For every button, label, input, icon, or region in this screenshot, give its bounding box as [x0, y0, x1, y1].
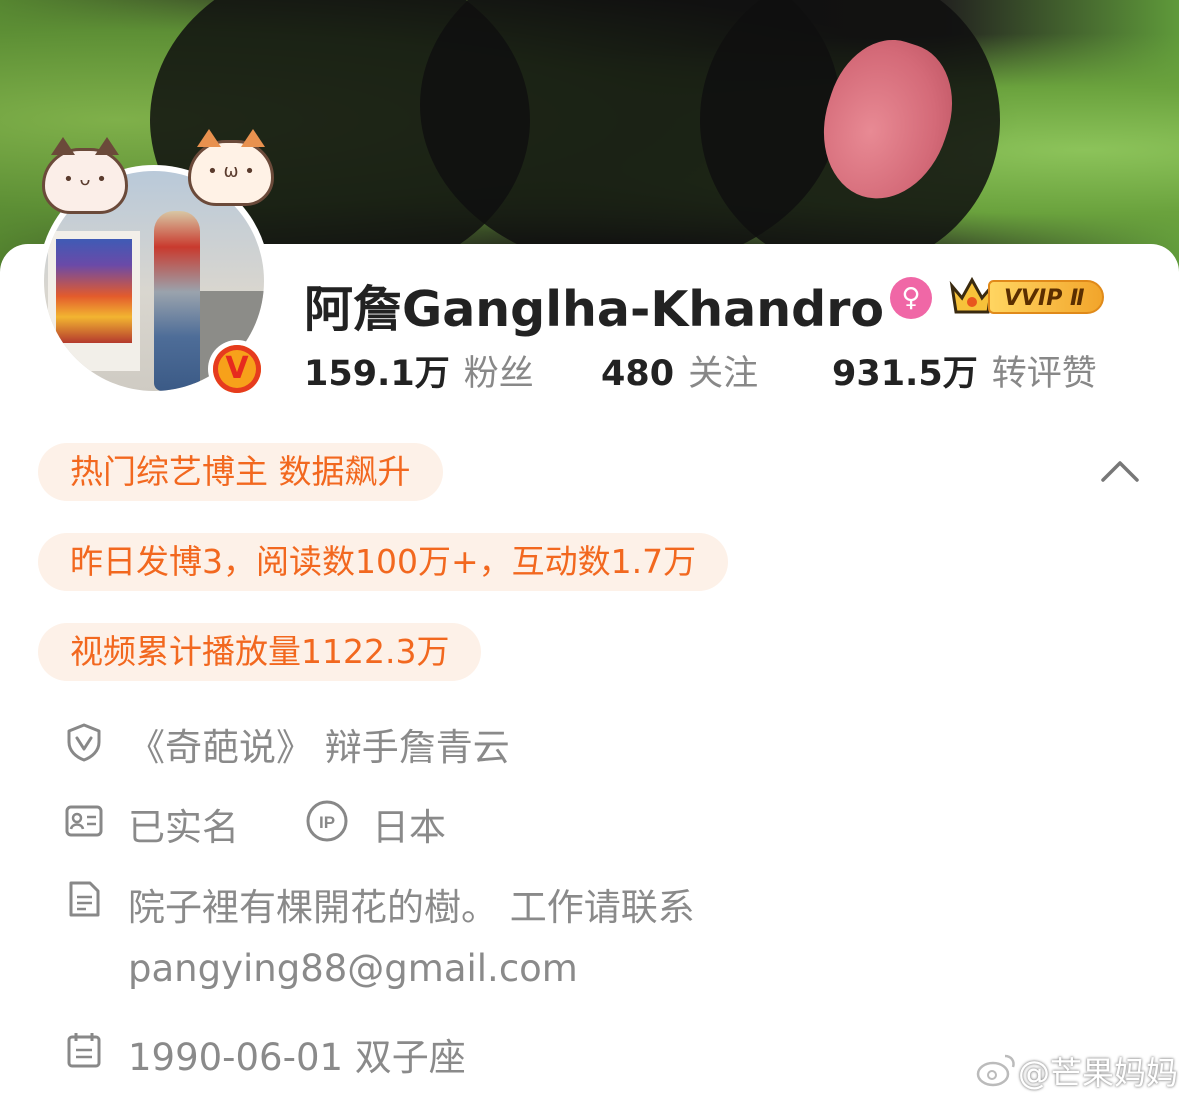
highlight-pill-yesterday[interactable]: 昨日发博3，阅读数100万+，互动数1.7万 — [38, 533, 729, 591]
following-count: 480 — [601, 354, 675, 394]
chevron-up-icon[interactable] — [1100, 458, 1140, 484]
id-card-icon — [65, 805, 103, 837]
fans-count: 159.1万 — [304, 354, 450, 394]
highlight-pill-video[interactable]: 视频累计播放量1122.3万 — [38, 623, 482, 681]
following-stat[interactable]: 480 关注 — [601, 345, 758, 396]
document-icon — [69, 881, 100, 917]
verified-badge: V — [208, 340, 266, 398]
real-name-status: 已实名 — [128, 806, 239, 849]
fans-label: 粉丝 — [463, 354, 534, 394]
calendar-icon — [67, 1033, 101, 1068]
profile-name: 阿詹Ganglha-Khandro — [304, 281, 885, 338]
svg-text:IP: IP — [319, 813, 335, 832]
bio-line-1: 院子裡有棵開花的樹。 工作请联系 — [128, 886, 695, 929]
cat-face-icon: • ω • — [188, 129, 274, 206]
highlight-pill-hot[interactable]: 热门综艺博主 数据飙升 — [38, 443, 443, 501]
likes-label: 转评赞 — [991, 354, 1097, 394]
cat-face-icon: • ᴗ • — [42, 137, 128, 214]
bio-email[interactable]: pangying88@gmail.com — [128, 947, 578, 990]
following-label: 关注 — [688, 354, 759, 394]
watermark-text: @芒果妈妈 — [1018, 1054, 1179, 1092]
vip-label: VVIP Ⅱ — [988, 280, 1104, 314]
likes-count: 931.5万 — [832, 354, 978, 394]
likes-stat[interactable]: 931.5万 转评赞 — [832, 345, 1097, 396]
fans-stat[interactable]: 159.1万 粉丝 — [304, 345, 534, 396]
ip-icon: IP — [306, 800, 348, 842]
ip-location: 日本 — [372, 806, 446, 849]
verification-text: 《奇葩说》 辩手詹青云 — [128, 726, 510, 769]
shield-v-icon — [67, 723, 101, 762]
birthday-text: 1990-06-01 双子座 — [128, 1036, 466, 1079]
weibo-logo-icon — [976, 1054, 1015, 1087]
gender-female-icon: ♀ — [890, 277, 932, 319]
vip-badge[interactable]: VVIP Ⅱ — [948, 272, 1108, 320]
